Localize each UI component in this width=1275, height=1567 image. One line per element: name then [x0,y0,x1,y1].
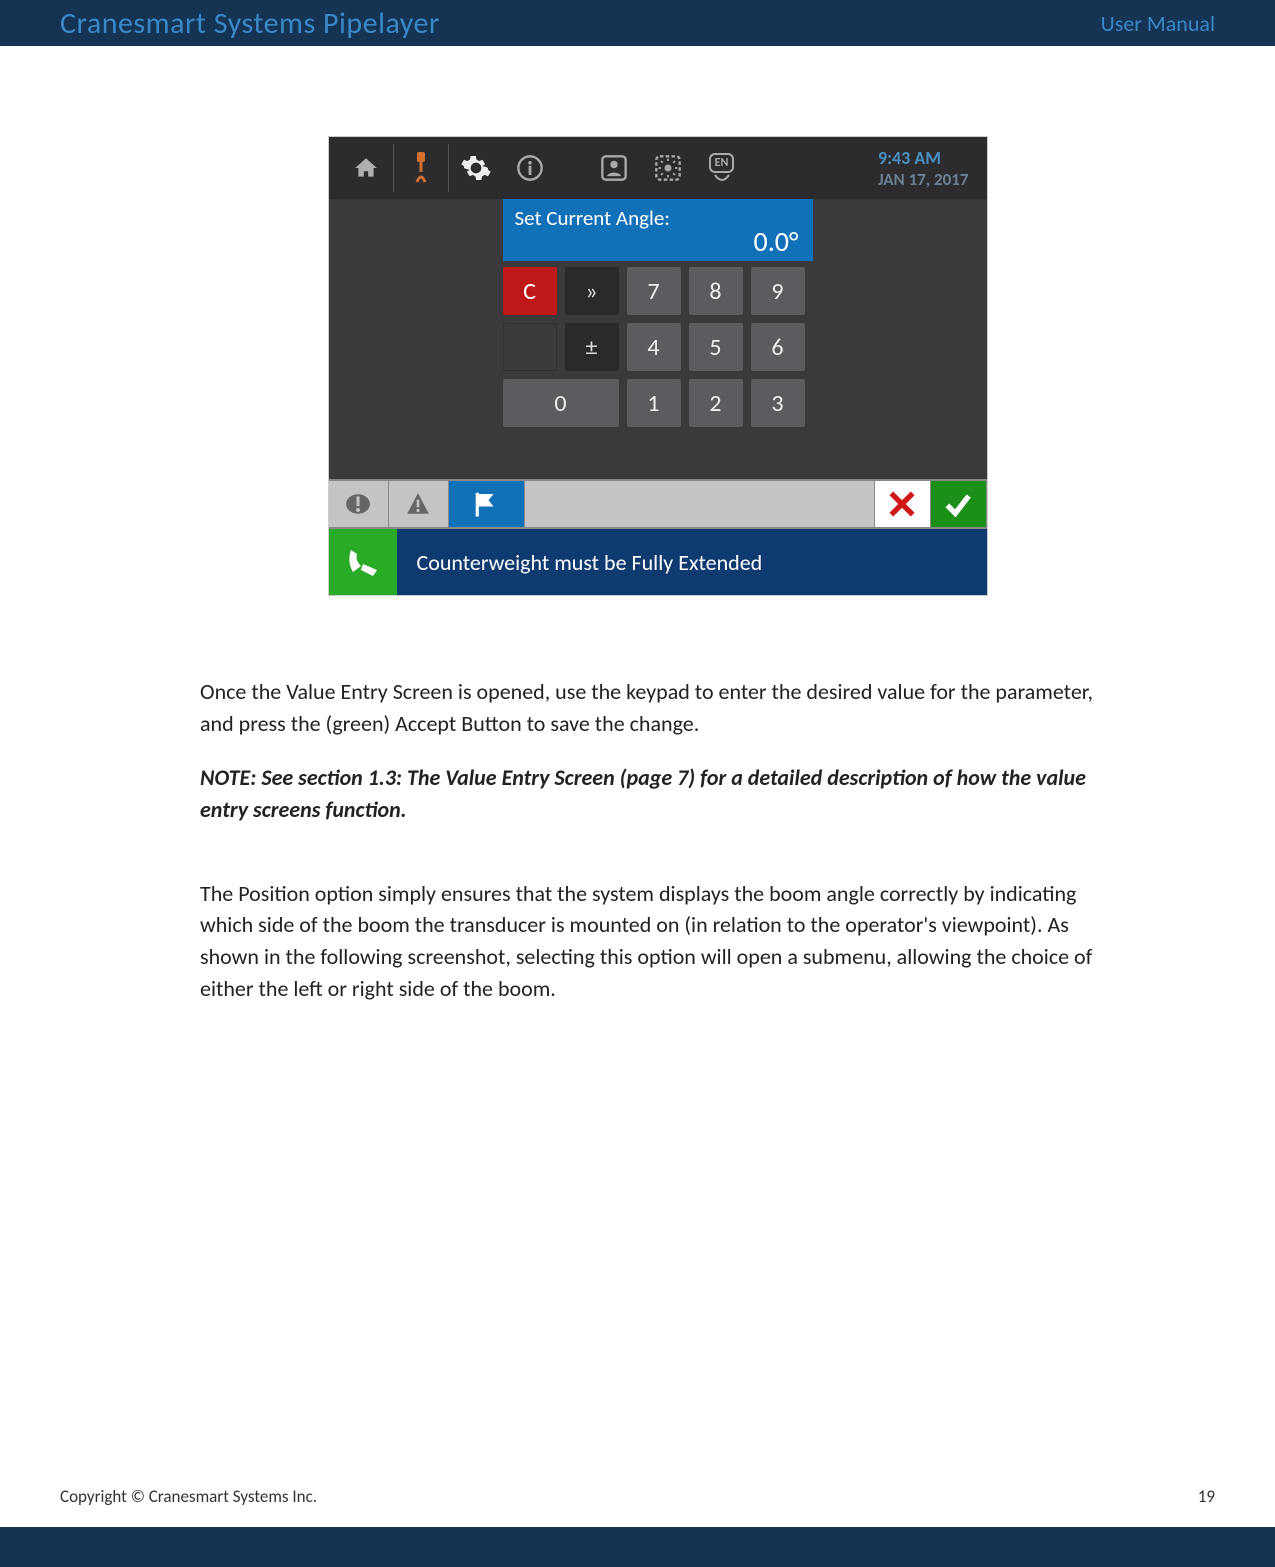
document-subtitle: User Manual [1101,10,1215,37]
copyright: Copyright © Cranesmart Systems Inc. [60,1486,317,1507]
crane-icon[interactable] [394,137,448,199]
angle-value: 0.0° [754,224,799,259]
clock: 9:43 AM JAN 17, 2017 [878,147,977,190]
page-footer: Copyright © Cranesmart Systems Inc. 19 [60,1486,1215,1507]
page-content: EN 9:43 AM JAN 17, 2017 Set Current Angl… [0,46,1275,1005]
brightness-icon[interactable] [641,137,695,199]
key-3[interactable]: 3 [751,379,805,427]
time-label: 9:43 AM [878,147,969,169]
document-title: Cranesmart Systems Pipelayer [60,5,440,42]
counterweight-icon [329,529,397,595]
key-8[interactable]: 8 [689,267,743,315]
language-label: EN [709,153,735,173]
key-clear[interactable]: C [503,267,557,315]
cancel-button[interactable] [875,481,931,527]
key-plusminus[interactable]: ± [565,323,619,371]
key-4[interactable]: 4 [627,323,681,371]
info-icon[interactable] [503,137,557,199]
key-blank [503,323,557,371]
key-6[interactable]: 6 [751,323,805,371]
key-0[interactable]: 0 [503,379,619,427]
home-icon[interactable] [339,137,393,199]
key-5[interactable]: 5 [689,323,743,371]
hmi-toolbar: EN 9:43 AM JAN 17, 2017 [329,137,987,199]
key-7[interactable]: 7 [627,267,681,315]
gear-icon[interactable] [449,137,503,199]
hmi-message-bar: Counterweight must be Fully Extended [329,529,987,595]
paragraph-2: The Position option simply ensures that … [200,878,1115,1006]
tab-info-icon[interactable] [329,481,389,527]
footer-bar [0,1527,1275,1567]
tab-flag-icon[interactable] [449,481,525,527]
keypad: C » 7 8 9 ± 4 5 6 0 1 2 3 [503,267,813,437]
hmi-main: Set Current Angle: 0.0° C » 7 8 9 ± 4 5 … [329,199,987,479]
page-number: 19 [1198,1486,1215,1507]
accept-button[interactable] [931,481,987,527]
angle-display: Set Current Angle: 0.0° [503,199,813,261]
tab-warning-icon[interactable] [389,481,449,527]
hmi-tabbar [329,479,987,529]
key-9[interactable]: 9 [751,267,805,315]
note-paragraph: NOTE: See section 1.3: The Value Entry S… [200,762,1115,826]
hmi-screenshot: EN 9:43 AM JAN 17, 2017 Set Current Angl… [328,136,988,596]
date-label: JAN 17, 2017 [878,169,969,190]
user-icon[interactable] [587,137,641,199]
tabbar-spacer [525,481,875,527]
key-backspace[interactable]: » [565,267,619,315]
paragraph-1: Once the Value Entry Screen is opened, u… [200,676,1115,740]
key-1[interactable]: 1 [627,379,681,427]
message-text: Counterweight must be Fully Extended [397,549,763,576]
key-2[interactable]: 2 [689,379,743,427]
language-icon[interactable]: EN [695,137,749,199]
document-header: Cranesmart Systems Pipelayer User Manual [0,0,1275,46]
